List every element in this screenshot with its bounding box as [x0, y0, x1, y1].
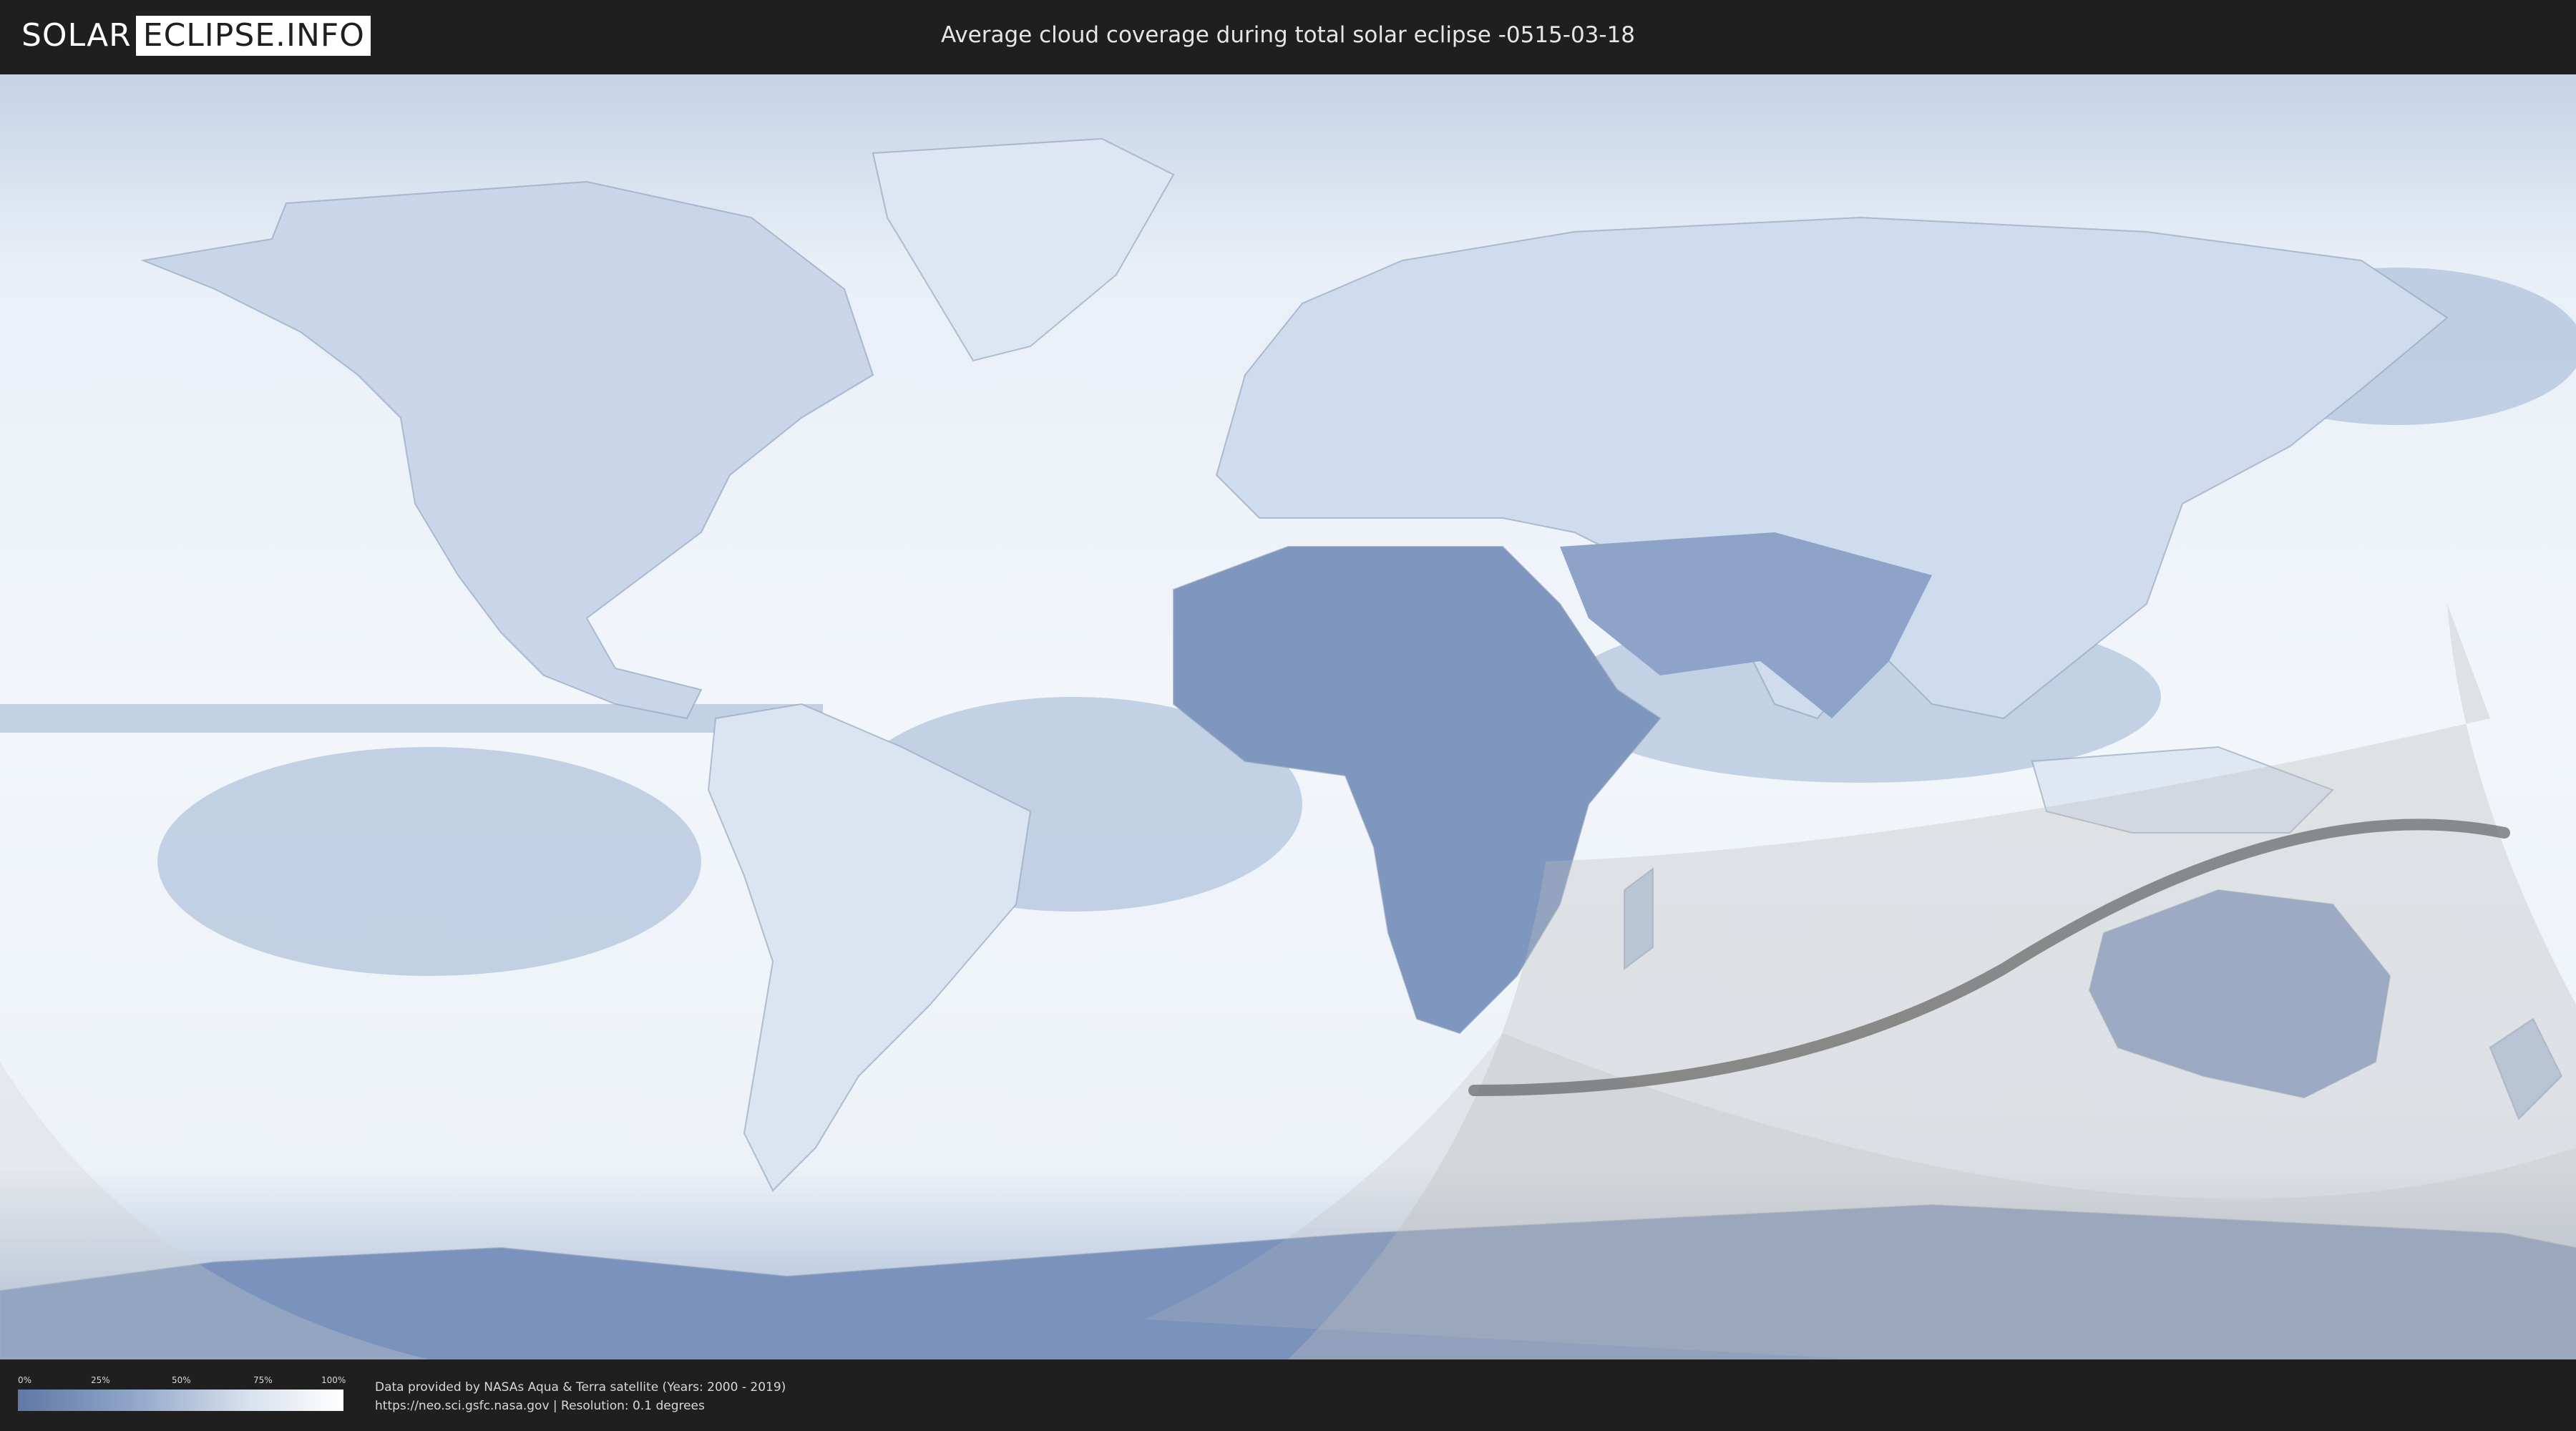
world-map-svg: [0, 74, 2576, 1359]
credits-line-1: Data provided by NASAs Aqua & Terra sate…: [375, 1380, 786, 1395]
cloud-coverage-map: [0, 74, 2576, 1359]
legend-tick-50: 50%: [172, 1375, 191, 1385]
legend-ticks: 0% 25% 50% 75% 100%: [18, 1375, 346, 1390]
credits-line-2: https://neo.sci.gsfc.nasa.gov | Resoluti…: [375, 1399, 705, 1413]
legend-tick-75: 75%: [253, 1375, 273, 1385]
legend-color-bar: [18, 1390, 343, 1411]
south-pacific-clear-area: [157, 747, 701, 976]
legend-tick-25: 25%: [91, 1375, 110, 1385]
legend-tick-0: 0%: [18, 1375, 32, 1385]
data-credits: Data provided by NASAs Aqua & Terra sate…: [375, 1378, 786, 1415]
page-title: Average cloud coverage during total sola…: [940, 22, 1636, 48]
header-bar: SOLAR ECLIPSE.INFO Average cloud coverag…: [0, 0, 2576, 72]
legend-tick-100: 100%: [321, 1375, 346, 1385]
equatorial-band: [0, 704, 823, 733]
cloud-coverage-legend: 0% 25% 50% 75% 100%: [18, 1375, 346, 1411]
